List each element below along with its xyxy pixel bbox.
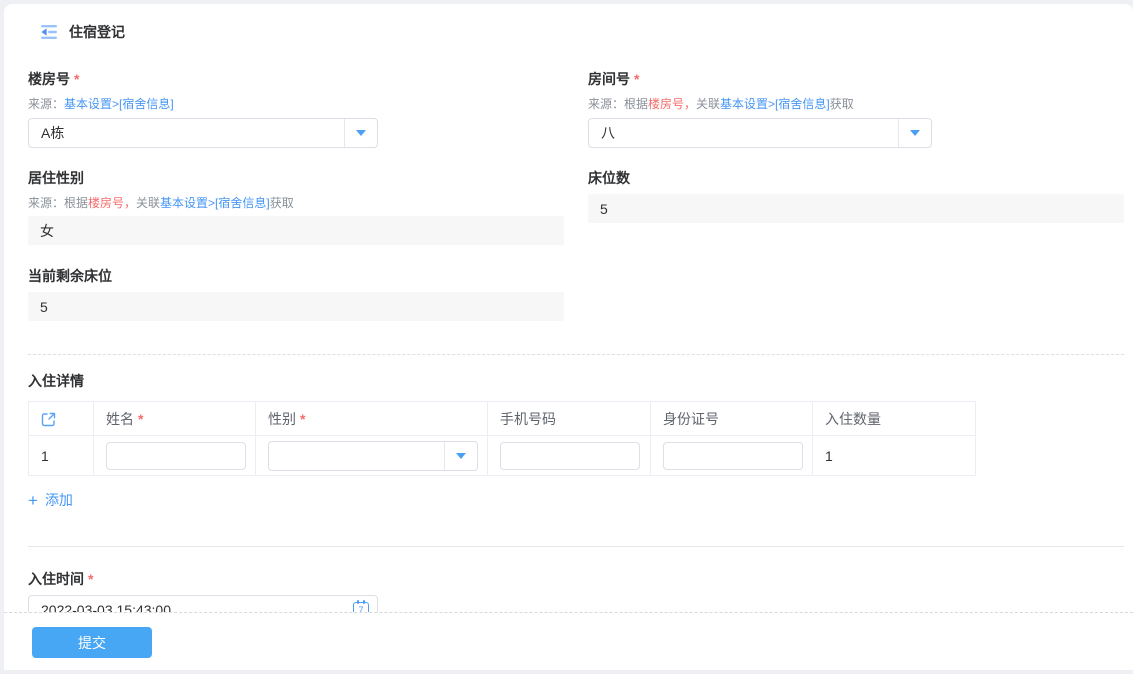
building-select-caret-box[interactable]	[344, 119, 377, 147]
page-header: 住宿登记	[28, 4, 1124, 42]
page-title: 住宿登记	[69, 24, 125, 40]
column-header-id-card: 身份证号	[650, 401, 813, 436]
room-select[interactable]: 八	[588, 118, 932, 148]
room-select-value: 八	[601, 125, 615, 141]
checkin-time-input[interactable]	[28, 595, 378, 612]
field-gender: 居住性别 来源：根据楼房号，关联基本设置>[宿舍信息]获取 女	[28, 169, 564, 245]
add-row-button[interactable]: + 添加	[28, 490, 98, 510]
row-gender-select[interactable]	[268, 440, 478, 471]
detail-section-title: 入住详情	[28, 373, 84, 389]
room-select-caret-box[interactable]	[898, 119, 931, 147]
required-mark: *	[88, 571, 94, 587]
row-index: 1	[28, 435, 94, 476]
quantity-value: 1	[812, 435, 976, 476]
column-header-name: 姓名 *	[93, 401, 256, 436]
expand-table-cell[interactable]	[28, 401, 94, 436]
name-input[interactable]	[106, 441, 246, 470]
form-content: 住宿登记 楼房号 * 来源：基本设置>[宿舍信息] A栋 房间号 * 来源：根据…	[4, 4, 1133, 612]
checkin-time-label: 入住时间 *	[28, 571, 94, 587]
section-divider	[28, 546, 1124, 547]
building-source-link[interactable]: 基本设置>[宿舍信息]	[64, 97, 174, 111]
beds-readonly-field: 5	[588, 194, 1124, 223]
required-mark: *	[138, 410, 144, 427]
column-header-gender: 性别 *	[255, 401, 488, 436]
building-select[interactable]: A栋	[28, 118, 378, 148]
required-mark: *	[634, 71, 640, 87]
building-source-note: 来源：基本设置>[宿舍信息]	[28, 97, 174, 111]
building-select-value: A栋	[41, 125, 65, 141]
expand-icon	[41, 412, 56, 427]
checkin-time-field: 7	[28, 595, 378, 612]
caret-down-icon	[910, 130, 920, 136]
row-gender-caret-box[interactable]	[444, 441, 477, 470]
submit-button[interactable]: 提交	[32, 627, 152, 658]
table-header-row: 姓名 * 性别 * 手机号码 身份证号 入住数量	[28, 401, 976, 436]
plus-icon: +	[28, 490, 38, 510]
remaining-readonly-field: 5	[28, 292, 564, 321]
room-source-link[interactable]: 基本设置>[宿舍信息]	[720, 97, 830, 111]
footer-bar: 提交	[4, 612, 1133, 670]
field-building: 楼房号 * 来源：基本设置>[宿舍信息] A栋	[28, 70, 564, 148]
gender-source-note: 来源：根据楼房号，关联基本设置>[宿舍信息]获取	[28, 196, 294, 210]
column-header-quantity: 入住数量	[812, 401, 976, 436]
building-label: 楼房号 *	[28, 71, 80, 87]
caret-down-icon	[456, 452, 466, 459]
add-row-label: 添加	[44, 492, 73, 508]
remaining-label: 当前剩余床位	[28, 268, 112, 284]
room-label: 房间号 *	[588, 71, 640, 87]
section-divider	[28, 354, 1124, 355]
calendar-icon[interactable]: 7	[353, 600, 369, 612]
checkin-detail-table: 姓名 * 性别 * 手机号码 身份证号 入住数量 1 1	[28, 401, 976, 476]
field-remaining: 当前剩余床位 5	[28, 267, 564, 321]
gender-source-link[interactable]: 基本设置>[宿舍信息]	[160, 196, 270, 210]
table-row: 1 1	[28, 435, 976, 476]
accommodation-registration-card: 住宿登记 楼房号 * 来源：基本设置>[宿舍信息] A栋 房间号 * 来源：根据…	[4, 4, 1133, 670]
column-header-phone: 手机号码	[487, 401, 651, 436]
caret-down-icon	[356, 130, 366, 136]
id-card-input[interactable]	[663, 441, 803, 470]
field-room: 房间号 * 来源：根据楼房号，关联基本设置>[宿舍信息]获取 八	[588, 70, 1124, 148]
required-mark: *	[74, 71, 80, 87]
row-gender-select-value	[269, 442, 444, 470]
required-mark: *	[300, 410, 306, 427]
field-beds: 床位数 5	[588, 169, 1124, 245]
beds-label: 床位数	[588, 170, 630, 186]
gender-label: 居住性别	[28, 170, 84, 186]
room-source-note: 来源：根据楼房号，关联基本设置>[宿舍信息]获取	[588, 97, 854, 111]
phone-input[interactable]	[500, 441, 640, 470]
gender-readonly-field: 女	[28, 216, 564, 245]
menu-fold-icon[interactable]	[40, 24, 58, 40]
